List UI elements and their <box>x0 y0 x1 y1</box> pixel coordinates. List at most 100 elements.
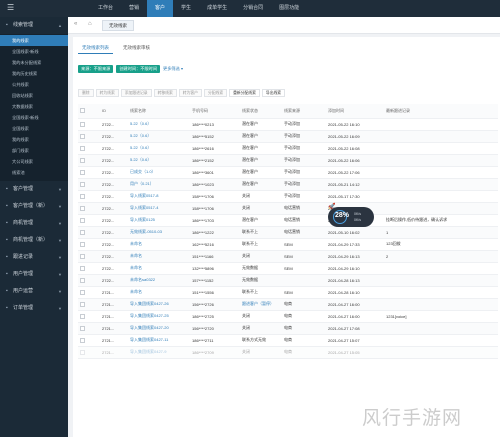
row-checkbox[interactable] <box>80 253 85 259</box>
network-speed-widget[interactable]: 🚀 28% 0K/s 0K/s <box>328 204 374 227</box>
row-checkbox[interactable] <box>80 157 85 163</box>
row-checkbox[interactable] <box>80 217 85 223</box>
row-checkbox[interactable] <box>80 181 85 187</box>
sidebar-group[interactable]: ▪ 用户管理 ▼ <box>0 266 68 283</box>
column-header[interactable]: 线索名称 <box>128 104 190 119</box>
sidebar-item[interactable]: 公共线索 <box>0 79 68 90</box>
column-header[interactable]: 最新跟进记录 <box>384 104 498 119</box>
sub-tab[interactable]: 无效线索审核 <box>119 42 154 54</box>
cell-lead-name[interactable]: 5.22（0.6） <box>128 118 190 131</box>
top-nav-item[interactable]: 营销 <box>121 0 147 17</box>
row-checkbox[interactable] <box>80 121 85 127</box>
cell-lead-name[interactable]: 5.22（0.6） <box>128 130 190 143</box>
toolbar-button[interactable]: 导出线索 <box>261 89 286 97</box>
sidebar-item[interactable]: 大数据线索 <box>0 101 68 112</box>
sidebar-item[interactable]: 全国线索-新线 <box>0 46 68 57</box>
table-row[interactable]: 2722... 5.22（0.6） 186****5152 潜在客户 手动添加 2021-… <box>78 130 498 143</box>
row-checkbox[interactable] <box>80 229 85 235</box>
row-checkbox[interactable] <box>80 349 85 355</box>
cell-lead-name[interactable]: 5.22（0.6） <box>128 154 190 167</box>
cell-lead-name[interactable]: 导入线索0517-4 <box>128 202 190 215</box>
toolbar-button[interactable]: 转为客户 <box>178 89 202 97</box>
sidebar-group[interactable]: ▪ 跟进记录 ▼ <box>0 249 68 266</box>
cell-lead-name[interactable]: 未命名 <box>128 250 190 263</box>
toolbar-button[interactable]: 转为线索 <box>95 89 119 97</box>
table-row[interactable]: 2722... 5.22（0.6） 186****2616 潜在客户 手动添加 2021-… <box>78 142 498 155</box>
column-header[interactable]: 线索状态 <box>240 104 282 119</box>
cell-lead-name[interactable]: 用户（0.21） <box>128 178 190 191</box>
row-checkbox[interactable] <box>80 169 85 175</box>
sidebar-group[interactable]: ▪ 线索管理 ▲ <box>0 17 68 34</box>
row-checkbox[interactable] <box>80 325 85 331</box>
sidebar-item[interactable]: 我的未分配线索 <box>0 57 68 68</box>
column-header[interactable]: ID <box>100 104 128 119</box>
select-all-checkbox[interactable] <box>80 108 85 114</box>
row-checkbox[interactable] <box>80 205 85 211</box>
toolbar-button[interactable]: 重新分配线索 <box>229 89 260 97</box>
cell-lead-name[interactable]: 未命名 <box>128 262 190 275</box>
table-row[interactable]: 2722... 未命名 162****5216 联系不上 SEM 2021-04-29 1… <box>78 238 498 251</box>
row-checkbox[interactable] <box>80 193 85 199</box>
sidebar-item[interactable]: 我的历史线索 <box>0 68 68 79</box>
table-row[interactable]: 2721... 导入集团线索0427-11 186****2711 联系方式无效 电商 2… <box>78 334 498 347</box>
top-nav-item[interactable]: 分销合同 <box>235 0 271 17</box>
table-row[interactable]: 2721... 导入集团线索0427-26 156****2726 跟进客户（暂停）电… <box>78 298 498 311</box>
cell-lead-name[interactable]: 未命名 <box>128 238 190 251</box>
cell-lead-name[interactable]: 导入线索0517-8 <box>128 190 190 203</box>
cell-lead-name[interactable]: 导入集团线索0427-11 <box>128 334 190 347</box>
top-nav-item[interactable]: 成单学生 <box>199 0 235 17</box>
cell-lead-name[interactable]: 未命名sa0322 <box>128 274 190 287</box>
table-row[interactable]: 2721... 导入集团线索0427-25 186****2725 关闭 电商 2021-… <box>78 310 498 323</box>
toolbar-button[interactable]: 分配线索 <box>203 89 228 97</box>
row-checkbox[interactable] <box>80 241 85 247</box>
top-nav-item[interactable]: 客户 <box>147 0 174 17</box>
table-row[interactable]: 2721... 导入集团线索0427-9 186****2709 关闭 电商 2021-0… <box>78 346 498 359</box>
sidebar-item[interactable]: 全国线索-新线 <box>0 112 68 123</box>
cell-lead-name[interactable]: 导入集团线索0427-26 <box>128 298 190 311</box>
filter-tag[interactable]: 创建时间：不限时间 <box>116 65 161 73</box>
table-row[interactable]: 2722... 导入线索0517-8 158****1706 关闭 手动添加 2021-0… <box>78 190 498 203</box>
home-icon[interactable]: ⌂ <box>88 21 92 27</box>
table-row[interactable]: 2721... 未命名 151****1556 联系不上 SEM 2021-04-28 1… <box>78 286 498 299</box>
table-row[interactable]: 2722... 未命名 151****1166 关闭 SEM 2021-04-29 16:… <box>78 250 498 263</box>
top-nav-item[interactable]: 学生 <box>173 0 199 17</box>
table-row[interactable]: 2722... 5.22（0.6） 186****2152 潜在客户 手动添加 2021-… <box>78 154 498 167</box>
sidebar-item[interactable]: 全国线索 <box>0 123 68 134</box>
row-checkbox[interactable] <box>80 277 85 283</box>
row-checkbox[interactable] <box>80 301 85 307</box>
row-checkbox[interactable] <box>80 133 85 139</box>
column-header[interactable]: 手机号码 <box>190 104 240 119</box>
table-row[interactable]: 2722... 5.22（0.6） 186****0213 潜在客户 手动添加 2021-… <box>78 118 498 131</box>
sidebar-item[interactable]: 回收站线索 <box>0 90 68 101</box>
row-checkbox[interactable] <box>80 145 85 151</box>
table-row[interactable]: 2722...导入线索0517-4158****1706关闭电话营销2021-0… <box>78 202 498 215</box>
column-header[interactable]: 添加时间 <box>326 104 384 119</box>
top-nav-item[interactable]: 图层功能 <box>271 0 307 17</box>
cell-lead-name[interactable]: 导入集团线索0427-9 <box>128 346 190 359</box>
cell-lead-name[interactable]: 导入集团线索0427-20 <box>128 322 190 335</box>
sidebar-group[interactable]: ▪ 用户运营 ▼ <box>0 283 68 300</box>
sidebar-group[interactable]: ▪ 客户管理（新） ▼ <box>0 198 68 215</box>
toolbar-button[interactable]: 删除 <box>78 89 94 97</box>
row-checkbox[interactable] <box>80 313 85 319</box>
hamburger-menu-icon[interactable]: ☰ <box>7 4 14 12</box>
top-nav-item[interactable]: 工作台 <box>90 0 121 17</box>
double-chevron-left-icon[interactable]: « <box>74 21 77 27</box>
table-row[interactable]: 2722...导入线索0125186****1703潜在客户电话营销2021-0… <box>78 214 498 227</box>
table-row[interactable]: 2722... 用户（0.21） 186****1023 潜在客户 手动添加 2021-0… <box>78 178 498 191</box>
table-row[interactable]: 2722... 未命名 132****5896 无效数据 SEM 2021-04-29 1… <box>78 262 498 275</box>
cell-lead-name[interactable]: 未命名 <box>128 286 190 299</box>
sidebar-item[interactable]: 线索池 <box>0 167 68 178</box>
row-checkbox[interactable] <box>80 337 85 343</box>
sidebar-item[interactable]: 我的线索 <box>0 35 68 46</box>
sidebar-item[interactable]: 部门线索 <box>0 145 68 156</box>
sidebar-group[interactable]: ▪ 订单管理 ▼ <box>0 300 68 317</box>
sub-tab[interactable]: 无效线索列表 <box>78 42 113 54</box>
table-row[interactable]: 2722... 无效线索-0510-03 186****1222 联系不上 电话营销 20… <box>78 226 498 239</box>
row-checkbox[interactable] <box>80 265 85 271</box>
sidebar-group[interactable]: ▪ 商机管理 ▼ <box>0 215 68 232</box>
toolbar-button[interactable]: 转移线索 <box>153 89 177 97</box>
column-header[interactable]: 线索来源 <box>282 104 326 119</box>
sidebar-item[interactable]: 我的线索 <box>0 134 68 145</box>
sidebar-item[interactable]: 大公司线索 <box>0 156 68 167</box>
